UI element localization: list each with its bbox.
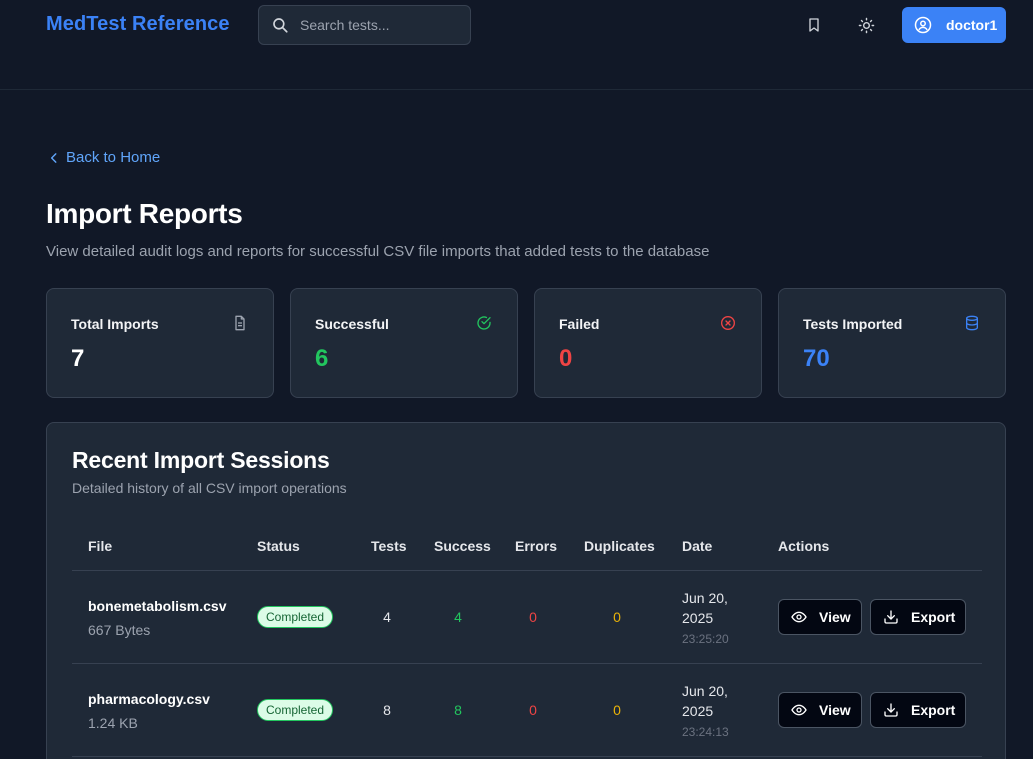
user-menu-button[interactable]: doctor1: [902, 7, 1006, 43]
column-header-errors[interactable]: Errors: [515, 538, 557, 554]
import-time: 23:25:20: [682, 632, 729, 646]
check-circle-icon: [477, 316, 491, 330]
bookmark-icon: [809, 18, 819, 32]
stat-value: 6: [315, 345, 329, 372]
user-circle-icon: [914, 16, 932, 34]
stat-value: 70: [803, 345, 830, 372]
stat-card-tests-imported: Tests Imported 70: [778, 288, 1006, 398]
column-header-status[interactable]: Status: [257, 538, 300, 554]
import-time: 23:24:13: [682, 725, 729, 739]
errors-count: 0: [529, 609, 537, 625]
stat-label: Total Imports: [71, 316, 159, 332]
chevron-left-icon: [50, 152, 57, 163]
stat-label: Successful: [315, 316, 389, 332]
view-button-label: View: [819, 702, 851, 718]
view-button-label: View: [819, 609, 851, 625]
eye-icon: [791, 704, 807, 716]
file-text-icon: [235, 315, 245, 331]
download-icon: [884, 610, 898, 624]
brand-logo-text[interactable]: MedTest Reference: [46, 13, 230, 36]
search-box[interactable]: [258, 5, 471, 45]
table-divider: [72, 756, 982, 757]
download-icon: [884, 703, 898, 717]
eye-icon: [791, 611, 807, 623]
import-date-line1: Jun 20,: [682, 683, 728, 699]
file-name: pharmacology.csv: [88, 691, 210, 707]
stat-card-failed: Failed 0: [534, 288, 762, 398]
back-to-home-link[interactable]: Back to Home: [47, 149, 160, 166]
stat-label: Tests Imported: [803, 316, 903, 332]
success-count: 8: [454, 702, 462, 718]
table-row: pharmacology.csv 1.24 KB Completed 8 8 0…: [72, 664, 982, 757]
file-name: bonemetabolism.csv: [88, 598, 227, 614]
stat-value: 7: [71, 345, 85, 372]
export-button[interactable]: Export: [870, 692, 966, 728]
view-button[interactable]: View: [778, 599, 862, 635]
column-header-duplicates[interactable]: Duplicates: [584, 538, 655, 554]
stat-value: 0: [559, 345, 573, 372]
top-navbar: MedTest Reference doctor1: [0, 0, 1033, 90]
import-date-line2: 2025: [682, 703, 714, 719]
import-sessions-panel: Recent Import Sessions Detailed history …: [46, 422, 1006, 759]
x-circle-icon: [721, 316, 735, 330]
view-button[interactable]: View: [778, 692, 862, 728]
success-count: 4: [454, 609, 462, 625]
export-button-label: Export: [911, 609, 956, 625]
stat-card-successful: Successful 6: [290, 288, 518, 398]
status-badge: Completed: [257, 606, 334, 628]
username-label: doctor1: [946, 17, 998, 33]
page-title: Import Reports: [46, 198, 243, 229]
duplicates-count: 0: [613, 609, 621, 625]
search-icon: [273, 18, 288, 33]
column-header-date[interactable]: Date: [682, 538, 712, 554]
import-date: Jun 20, 2025: [682, 588, 728, 628]
column-header-file[interactable]: File: [88, 538, 112, 554]
import-date: Jun 20, 2025: [682, 681, 728, 721]
search-input[interactable]: [300, 17, 460, 33]
sun-icon: [858, 17, 874, 33]
database-icon: [966, 315, 978, 331]
back-link-label: Back to Home: [66, 149, 161, 166]
import-date-line1: Jun 20,: [682, 590, 728, 606]
theme-toggle-button[interactable]: [851, 10, 881, 40]
page-subtitle: View detailed audit logs and reports for…: [46, 243, 710, 260]
file-size: 667 Bytes: [88, 622, 151, 638]
duplicates-count: 0: [613, 702, 621, 718]
stat-card-total-imports: Total Imports 7: [46, 288, 274, 398]
tests-count: 8: [383, 702, 391, 718]
export-button-label: Export: [911, 702, 956, 718]
table-row: bonemetabolism.csv 667 Bytes Completed 4…: [72, 571, 982, 664]
import-date-line2: 2025: [682, 610, 714, 626]
panel-title: Recent Import Sessions: [72, 447, 330, 473]
errors-count: 0: [529, 702, 537, 718]
column-header-success[interactable]: Success: [434, 538, 491, 554]
column-header-actions: Actions: [778, 538, 830, 554]
panel-subtitle: Detailed history of all CSV import opera…: [72, 480, 347, 496]
status-badge: Completed: [257, 699, 334, 721]
file-size: 1.24 KB: [88, 715, 138, 731]
column-header-tests[interactable]: Tests: [371, 538, 407, 554]
stat-label: Failed: [559, 316, 600, 332]
tests-count: 4: [383, 609, 391, 625]
bookmarks-button[interactable]: [799, 10, 829, 40]
export-button[interactable]: Export: [870, 599, 966, 635]
